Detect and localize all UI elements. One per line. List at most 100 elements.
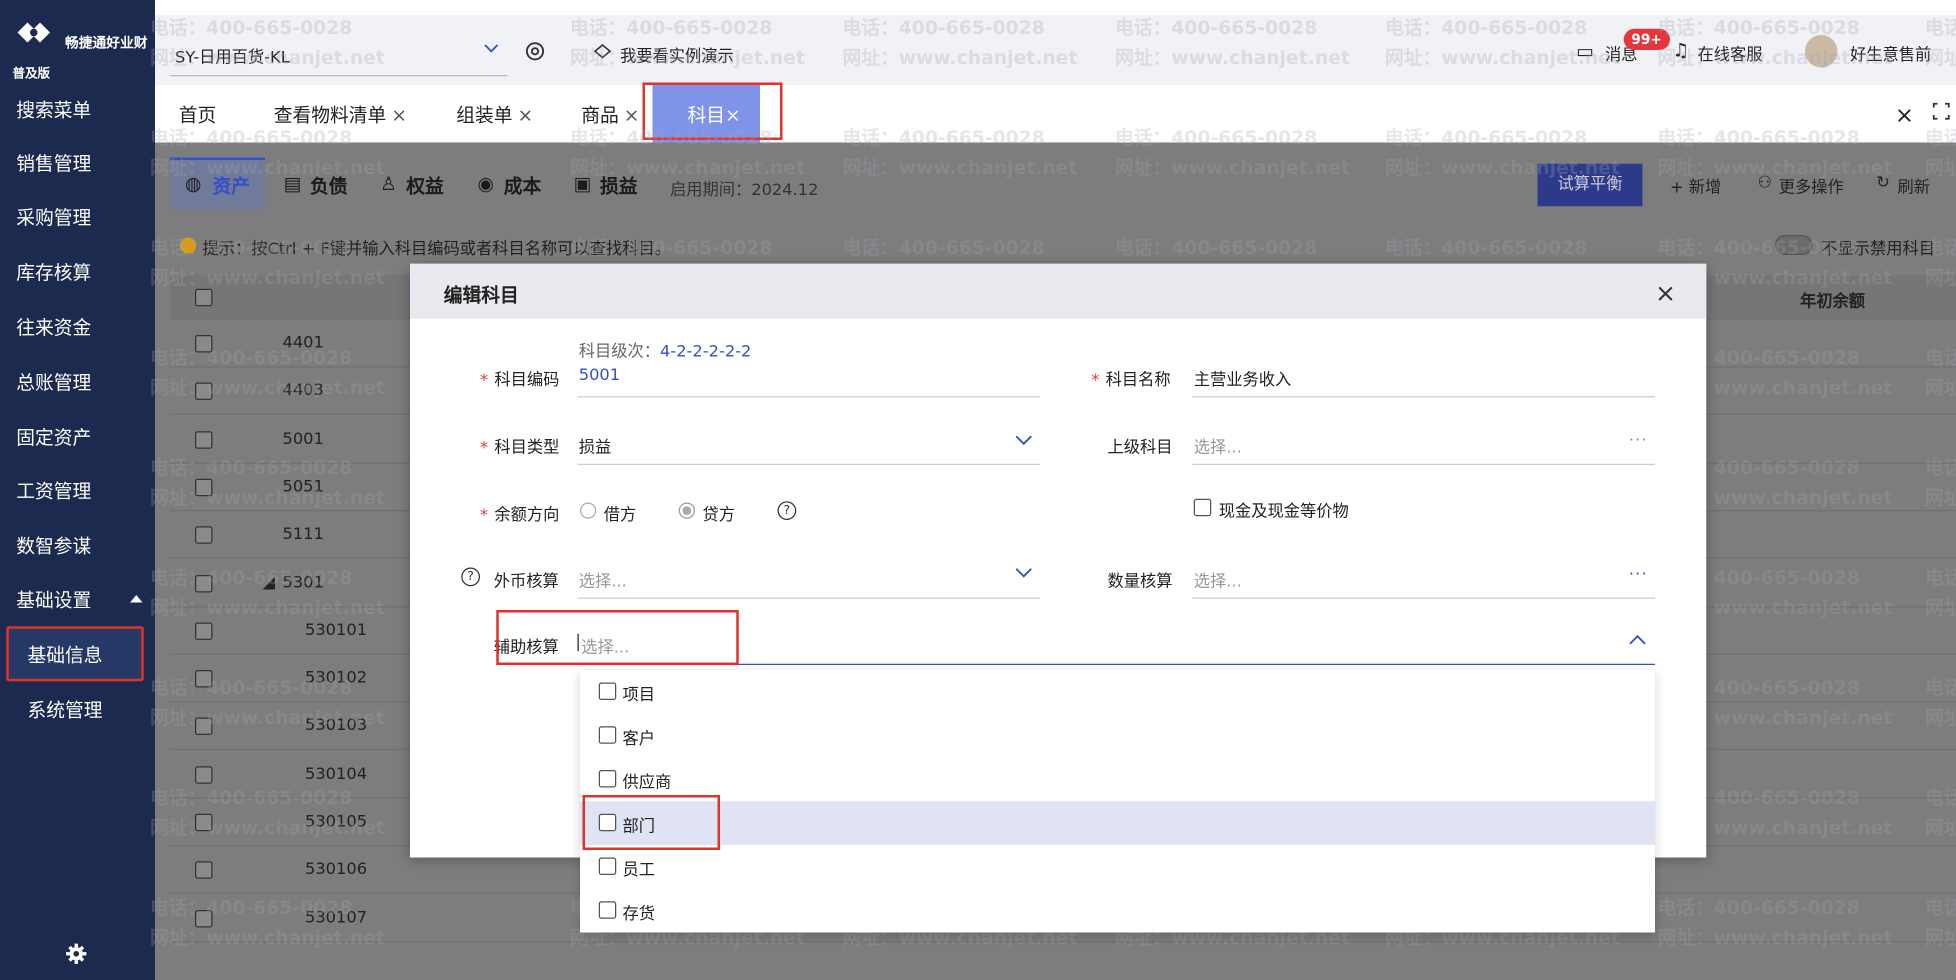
- wallet-icon: ◍: [185, 172, 202, 196]
- avatar[interactable]: [1805, 35, 1838, 68]
- option-employee[interactable]: 员工: [580, 845, 1655, 889]
- type-select[interactable]: 损益: [579, 434, 612, 458]
- category-pl-label[interactable]: 损益: [600, 173, 638, 199]
- row-checkbox[interactable]: [195, 909, 213, 927]
- sidebar-item-basic-info[interactable]: 基础信息: [0, 630, 155, 680]
- close-icon[interactable]: ×: [624, 104, 640, 127]
- edition-label: 普及版: [12, 67, 51, 82]
- option-label: 员工: [622, 861, 656, 880]
- parent-select[interactable]: 选择...: [1194, 434, 1242, 458]
- chevron-down-icon[interactable]: [1015, 435, 1033, 446]
- option-checkbox[interactable]: [598, 901, 617, 919]
- sidebar-item-search[interactable]: 搜索菜单: [0, 85, 155, 135]
- sidebar-item-assets[interactable]: 固定资产: [0, 413, 155, 463]
- account-code: 530102: [305, 668, 368, 688]
- row-checkbox[interactable]: [195, 717, 213, 736]
- cost-icon: ◉: [477, 172, 494, 196]
- row-checkbox[interactable]: [195, 526, 213, 544]
- refresh-button[interactable]: 刷新: [1898, 174, 1931, 198]
- headset-icon: ♫: [1672, 38, 1690, 62]
- chevron-up-icon[interactable]: [1629, 634, 1647, 645]
- option-supplier[interactable]: 供应商: [580, 758, 1655, 802]
- close-icon[interactable]: ×: [518, 104, 534, 127]
- debit-radio[interactable]: [580, 502, 597, 519]
- sidebar-item-system[interactable]: 系统管理: [0, 685, 155, 735]
- help-icon[interactable]: ?: [461, 567, 480, 587]
- chevron-down-icon[interactable]: [1015, 568, 1033, 579]
- option-department[interactable]: 部门: [580, 801, 1655, 845]
- category-equity-label[interactable]: 权益: [406, 173, 444, 199]
- cash-equivalent-label: 现金及现金等价物: [1218, 502, 1349, 522]
- tab-label: 查看物料清单: [273, 103, 387, 127]
- online-service-link[interactable]: 在线客服: [1698, 41, 1763, 65]
- category-asset-label[interactable]: 资产: [213, 173, 251, 199]
- close-all-icon[interactable]: ×: [1895, 103, 1914, 129]
- settings-icon[interactable]: [524, 40, 547, 63]
- sidebar-item-ledger[interactable]: 总账管理: [0, 358, 155, 408]
- tab-assembly[interactable]: 组装单 ×: [456, 101, 533, 127]
- sidebar-item-basic-settings[interactable]: 基础设置: [0, 575, 155, 625]
- type-underline: [577, 463, 1040, 465]
- more-icon[interactable]: ···: [1629, 431, 1648, 450]
- row-checkbox[interactable]: [195, 813, 213, 832]
- sidebar-item-inventory[interactable]: 库存核算: [0, 248, 155, 298]
- expand-icon[interactable]: ◢: [263, 573, 276, 592]
- chevron-down-icon[interactable]: [483, 40, 501, 58]
- close-icon[interactable]: ×: [391, 104, 407, 127]
- demo-link[interactable]: 我要看实例演示: [620, 43, 734, 67]
- type-label-text: 科目类型: [494, 438, 560, 458]
- select-all-checkbox[interactable]: [195, 288, 213, 307]
- user-name[interactable]: 好生意售前: [1850, 41, 1931, 65]
- account-code: 5301: [282, 573, 324, 592]
- tab-home[interactable]: 首页: [179, 101, 217, 127]
- option-inventory[interactable]: 存货: [580, 889, 1655, 933]
- level-label-text: 科目级次：: [578, 342, 661, 362]
- tab-bom[interactable]: 查看物料清单 ×: [274, 101, 407, 127]
- option-checkbox[interactable]: [598, 682, 617, 700]
- profit-loss-icon: ▣: [573, 172, 592, 196]
- tab-product[interactable]: 商品 ×: [581, 101, 639, 127]
- account-code: 530105: [305, 812, 368, 832]
- row-checkbox[interactable]: [195, 861, 213, 880]
- close-icon[interactable]: ×: [1655, 278, 1676, 308]
- currency-select[interactable]: 选择...: [579, 568, 627, 592]
- sidebar-item-payroll[interactable]: 工资管理: [0, 466, 155, 516]
- quantity-select[interactable]: 选择...: [1194, 568, 1242, 592]
- fullscreen-icon[interactable]: [1932, 102, 1951, 121]
- category-cost-label[interactable]: 成本: [504, 173, 542, 199]
- category-liability-label[interactable]: 负债: [310, 173, 348, 199]
- option-checkbox[interactable]: [598, 770, 617, 788]
- option-checkbox[interactable]: [598, 726, 617, 744]
- option-checkbox[interactable]: [598, 857, 617, 875]
- message-icon[interactable]: ▭: [1576, 40, 1594, 63]
- trial-balance-button[interactable]: 试算平衡: [1537, 163, 1643, 207]
- option-project[interactable]: 项目: [580, 670, 1655, 714]
- sidebar-item-advisor[interactable]: 数智参谋: [0, 521, 155, 571]
- option-customer[interactable]: 客户: [580, 714, 1655, 758]
- row-checkbox[interactable]: [195, 335, 213, 353]
- code-field[interactable]: 5001: [579, 366, 620, 385]
- row-checkbox[interactable]: [195, 478, 213, 497]
- required-mark: *: [480, 438, 489, 458]
- sidebar-item-label: 基础设置: [16, 588, 92, 612]
- add-button[interactable]: + 新增: [1670, 174, 1721, 198]
- row-checkbox[interactable]: [195, 574, 213, 592]
- row-checkbox[interactable]: [195, 382, 213, 401]
- row-checkbox[interactable]: [195, 430, 213, 449]
- aux-dropdown: 项目 客户 供应商 部门 员工 存货: [580, 670, 1655, 933]
- cash-equivalent-checkbox[interactable]: [1193, 498, 1212, 517]
- gear-icon[interactable]: [65, 943, 88, 966]
- sidebar-item-funds[interactable]: 往来资金: [0, 303, 155, 353]
- name-field[interactable]: 主营业务收入: [1194, 366, 1292, 390]
- row-checkbox[interactable]: [195, 670, 213, 688]
- row-checkbox[interactable]: [195, 765, 213, 784]
- sidebar-item-sales[interactable]: 销售管理: [0, 139, 155, 189]
- credit-radio[interactable]: [678, 502, 695, 519]
- row-checkbox[interactable]: [195, 622, 213, 640]
- company-selector[interactable]: SY-日用百货-KL: [175, 44, 290, 68]
- more-icon[interactable]: ···: [1629, 565, 1648, 584]
- help-icon[interactable]: ?: [777, 501, 797, 520]
- sidebar-item-purchase[interactable]: 采购管理: [0, 193, 155, 243]
- hide-disabled-toggle[interactable]: [1775, 235, 1813, 255]
- more-ops-button[interactable]: 更多操作: [1779, 174, 1844, 198]
